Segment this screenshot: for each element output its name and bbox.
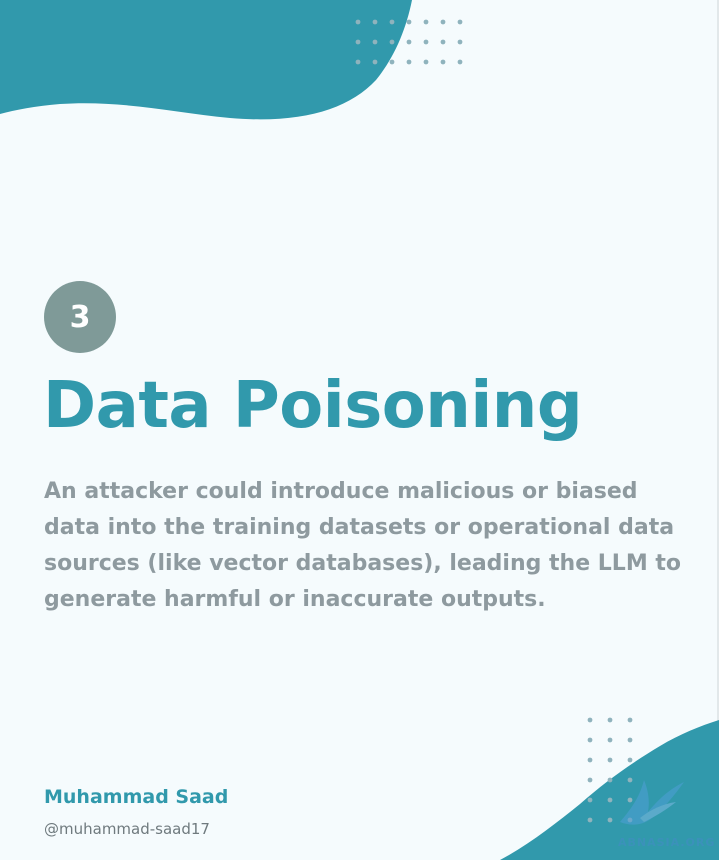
step-number-badge: 3 xyxy=(44,281,116,353)
watermark-text: ABNASIA.ORG xyxy=(618,836,716,849)
bird-watermark-icon xyxy=(620,780,684,825)
slide: 3 Data Poisoning An attacker could intro… xyxy=(0,0,719,860)
dot-grid-top xyxy=(355,19,463,65)
author-handle: @muhammad-saad17 xyxy=(44,820,210,838)
description-text: An attacker could introduce malicious or… xyxy=(44,479,682,612)
slide-title: Data Poisoning xyxy=(43,369,583,443)
author-name: Muhammad Saad xyxy=(44,786,229,808)
